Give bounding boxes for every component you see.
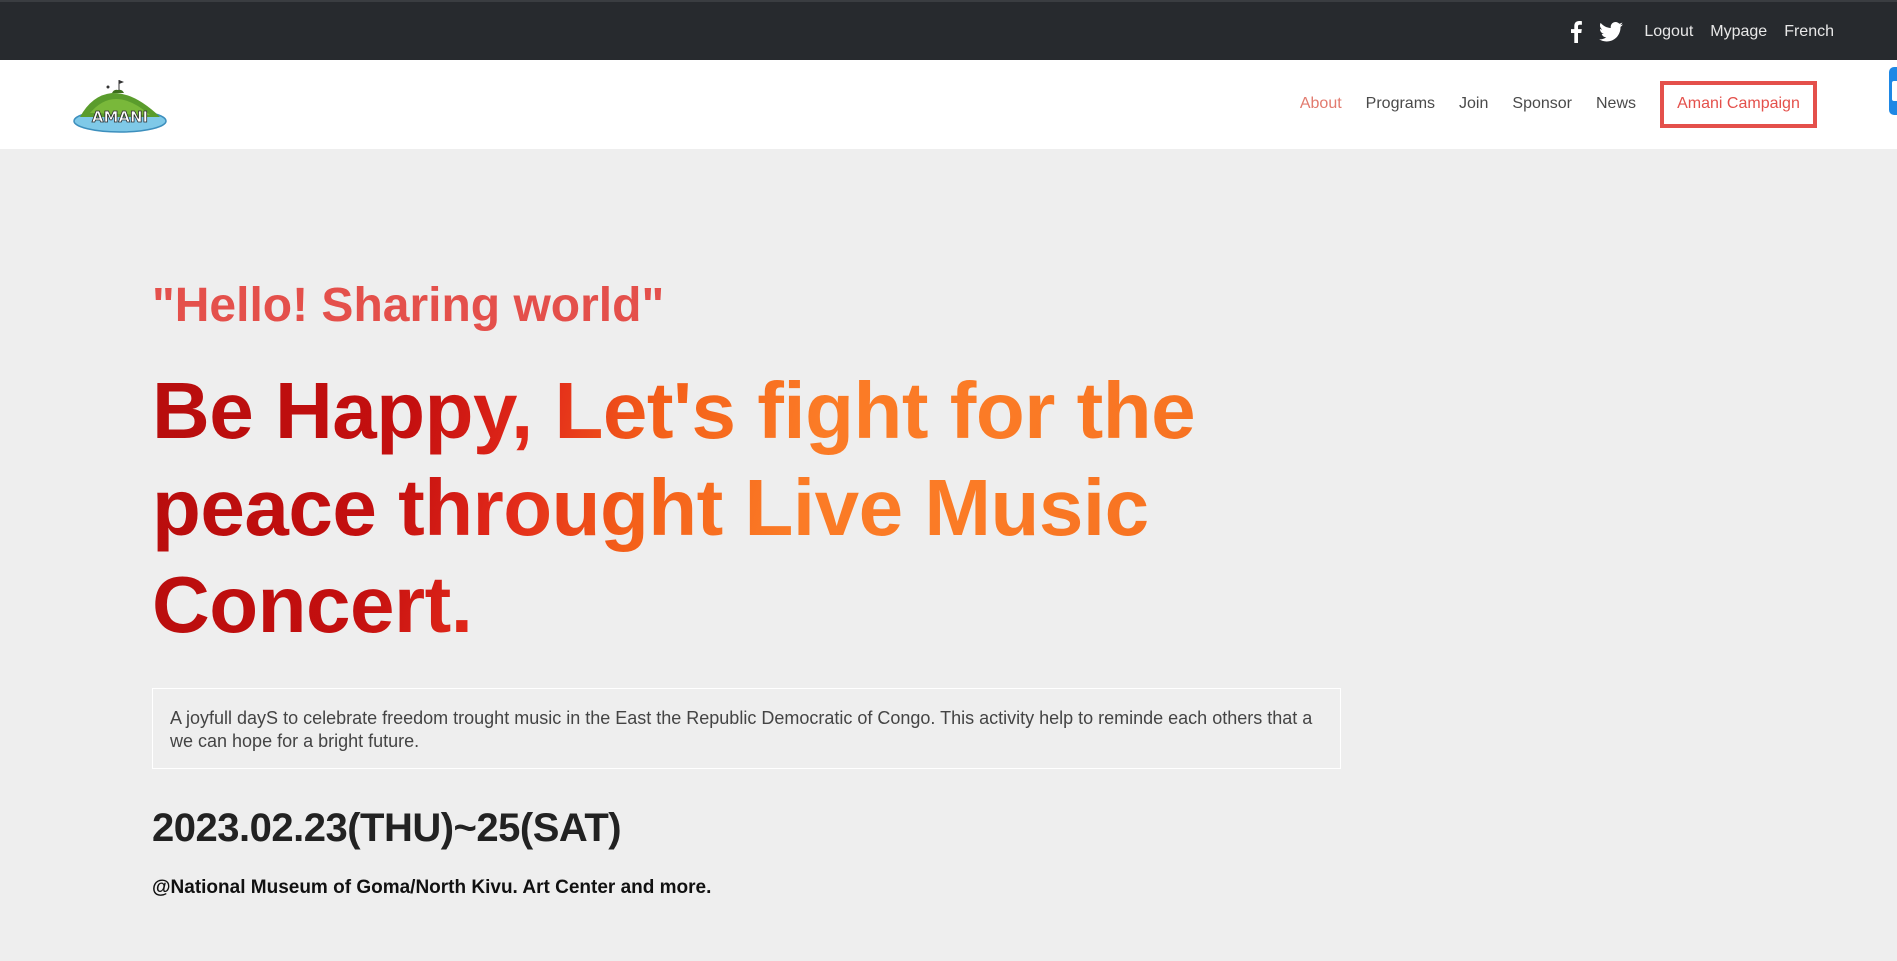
hero-headline: Be Happy, Let's fight for the peace thro… — [152, 362, 1312, 653]
nav-join[interactable]: Join — [1459, 95, 1488, 113]
main-header: AMANI About Programs Join Sponsor News A… — [0, 60, 1897, 149]
nav-news[interactable]: News — [1596, 95, 1636, 113]
event-description: A joyfull dayS to celebrate freedom trou… — [170, 708, 1313, 751]
event-venue: @National Museum of Goma/North Kivu. Art… — [152, 877, 712, 898]
mypage-link[interactable]: Mypage — [1710, 20, 1767, 44]
hero-tagline: "Hello! Sharing world" — [152, 279, 665, 332]
amani-logo[interactable]: AMANI — [72, 77, 168, 133]
side-widget-tab[interactable] — [1889, 67, 1897, 115]
twitter-icon[interactable] — [1599, 20, 1624, 44]
event-description-box: A joyfull dayS to celebrate freedom trou… — [152, 688, 1341, 769]
utility-links: Logout Mypage French — [1569, 20, 1834, 44]
nav-sponsor[interactable]: Sponsor — [1512, 95, 1572, 113]
language-french-link[interactable]: French — [1784, 20, 1834, 44]
nav-programs[interactable]: Programs — [1366, 95, 1435, 113]
amani-campaign-button[interactable]: Amani Campaign — [1660, 80, 1817, 128]
hero-section: "Hello! Sharing world" Be Happy, Let's f… — [152, 270, 1352, 900]
nav-about[interactable]: About — [1300, 95, 1342, 113]
facebook-icon[interactable] — [1569, 20, 1583, 44]
top-utility-bar: Logout Mypage French — [0, 0, 1897, 60]
logout-link[interactable]: Logout — [1644, 20, 1693, 44]
main-nav: About Programs Join Sponsor News Amani C… — [1276, 80, 1817, 128]
logo-wordmark: AMANI — [92, 108, 148, 126]
event-date: 2023.02.23(THU)~25(SAT) — [152, 806, 622, 850]
